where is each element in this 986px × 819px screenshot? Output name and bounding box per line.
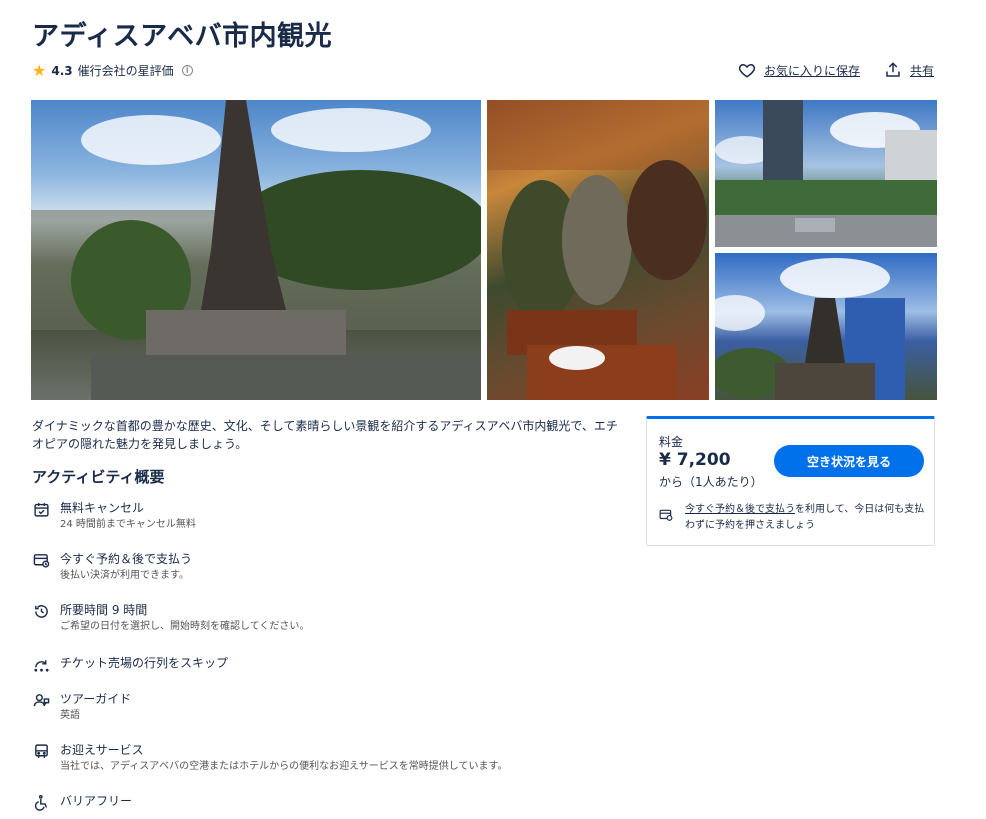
overview-item-sub: 後払い決済が利用できます。 <box>60 570 189 581</box>
overview-item-title: お迎えサービス <box>60 743 144 757</box>
overview-item-accessible: バリアフリー <box>32 793 132 811</box>
wheelchair-icon <box>32 793 50 811</box>
overview-item-skip-line: チケット売場の行列をスキップ <box>32 655 228 673</box>
bus-icon <box>32 742 50 760</box>
star-icon: ★ <box>32 60 47 80</box>
overview-item-sub: 24 時間前までキャンセル無料 <box>60 519 196 530</box>
overview-item-free-cancel: 無料キャンセル 24 時間前までキャンセル無料 <box>32 500 196 532</box>
share-icon <box>886 62 900 77</box>
rating-label: 催行会社の星評価 <box>77 64 174 78</box>
photo-statue-skyline[interactable] <box>715 253 937 400</box>
overview-item-guide: ツアーガイド 英語 <box>32 691 131 723</box>
rating: ★ 4.3 催行会社の星評価 i <box>32 62 193 79</box>
overview-item-sub: 当社では、アディスアベバの空港またはホテルからの便利なお迎えサービスを常時提供し… <box>60 761 508 772</box>
calendar-check-icon <box>32 500 50 518</box>
favorite-button[interactable]: お気に入りに保存 <box>738 61 860 79</box>
overview-item-title: 所要時間 9 時間 <box>60 603 148 617</box>
share-button[interactable]: 共有 <box>884 61 934 79</box>
price-per-person: から（1人あたり） <box>659 475 763 489</box>
overview-title: アクティビティ概要 <box>32 468 165 486</box>
photo-city-tower-image <box>715 100 937 247</box>
overview-item-sub: ご希望の日付を選択し、開始時刻を確認してください。 <box>60 621 310 632</box>
overview-item-sub: 英語 <box>60 710 80 721</box>
share-label: 共有 <box>909 63 934 78</box>
booking-card: 料金 ¥ 7,200 から（1人あたり） 空き状況を見る 今すぐ予約＆後で支払う… <box>646 416 935 546</box>
overview-item-pickup: お迎えサービス 当社では、アディスアベバの空港またはホテルからの便利なお迎えサー… <box>32 742 508 774</box>
info-icon[interactable]: i <box>181 65 193 76</box>
overview-item-title: 無料キャンセル <box>60 501 145 515</box>
pay-later-link[interactable]: 今すぐ予約＆後で支払う <box>685 504 795 515</box>
skip-line-icon <box>32 655 50 673</box>
overview-item-title: 今すぐ予約＆後で支払う <box>60 552 193 566</box>
price-label: 料金 <box>659 435 684 449</box>
overview-item-title: バリアフリー <box>60 794 133 808</box>
overview-item-title: ツアーガイド <box>60 692 132 706</box>
page-title: アディスアベバ市内観光 <box>32 21 333 52</box>
description: ダイナミックな首都の豊かな歴史、文化、そして素晴らしい景観を紹介するアディスアベ… <box>32 419 618 451</box>
photo-lion-statue-image <box>31 100 481 400</box>
photo-statue-skyline-image <box>715 258 905 400</box>
tour-guide-icon <box>32 691 50 709</box>
check-availability-button[interactable]: 空き状況を見る <box>774 445 924 477</box>
clock-icon <box>32 602 50 620</box>
reserve-pay-later-icon <box>659 509 673 521</box>
rating-score: 4.3 <box>51 63 73 78</box>
photo-lion-statue[interactable] <box>31 100 481 400</box>
photo-city-tower[interactable] <box>715 100 937 247</box>
price-value: ¥ 7,200 <box>659 450 731 470</box>
photo-restaurant[interactable] <box>487 100 709 400</box>
pay-later-note: 今すぐ予約＆後で支払うを利用して、今日は何も支払わずに予約を押さえましょう <box>685 502 925 534</box>
overview-item-pay-later: 今すぐ予約＆後で支払う 後払い決済が利用できます。 <box>32 551 192 583</box>
heart-icon <box>738 63 756 78</box>
photo-gallery[interactable] <box>31 100 937 400</box>
overview-item-title: チケット売場の行列をスキップ <box>60 656 229 670</box>
favorite-label: お気に入りに保存 <box>763 63 860 78</box>
photo-restaurant-image <box>487 100 709 400</box>
reserve-pay-later-icon <box>32 551 50 569</box>
overview-item-duration: 所要時間 9 時間 ご希望の日付を選択し、開始時刻を確認してください。 <box>32 602 309 634</box>
